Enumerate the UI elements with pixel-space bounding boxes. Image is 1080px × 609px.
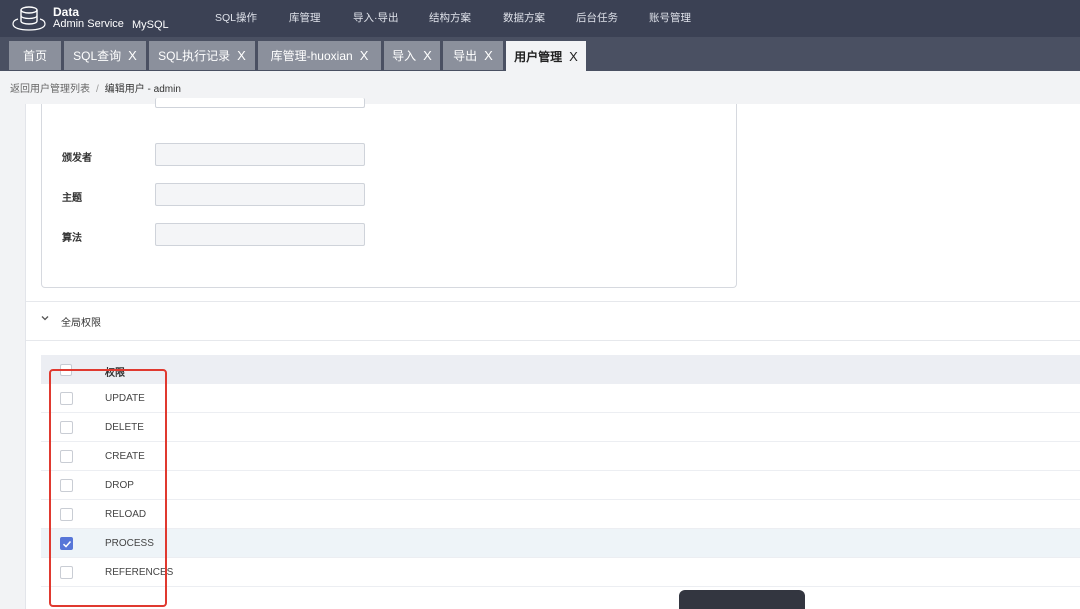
tab-label: 首页 bbox=[22, 49, 47, 63]
tab-home[interactable]: 首页 bbox=[9, 41, 61, 70]
privilege-name: UPDATE bbox=[105, 393, 145, 404]
database-type-label[interactable]: MySQL bbox=[132, 19, 169, 31]
app-subtitle: Admin Service bbox=[53, 18, 124, 30]
close-icon[interactable]: X bbox=[423, 48, 432, 63]
edit-user-panel: 颁发者 主题 算法 全局权限 权限 UPDATE DELETE CREATE D… bbox=[25, 98, 1080, 609]
table-row[interactable]: DROP bbox=[41, 471, 1080, 500]
privilege-name: DELETE bbox=[105, 422, 144, 433]
breadcrumb-current: 编辑用户 - admin bbox=[104, 84, 181, 95]
text-input-above[interactable] bbox=[155, 98, 365, 108]
select-all-checkbox[interactable] bbox=[60, 364, 72, 376]
close-icon[interactable]: X bbox=[569, 49, 578, 64]
privilege-name: PROCESS bbox=[105, 538, 154, 549]
table-row[interactable]: CREATE bbox=[41, 442, 1080, 471]
database-icon bbox=[12, 6, 46, 31]
toast-popup bbox=[679, 590, 805, 609]
table-row[interactable]: UPDATE bbox=[41, 384, 1080, 413]
section-title-global-privileges[interactable]: 全局权限 bbox=[61, 314, 101, 329]
tab-sql-history[interactable]: SQL执行记录 X bbox=[149, 41, 255, 70]
privilege-checkbox[interactable] bbox=[60, 421, 73, 434]
chevron-down-icon[interactable] bbox=[40, 313, 50, 323]
close-icon[interactable]: X bbox=[484, 48, 493, 63]
table-row[interactable]: RELOAD bbox=[41, 500, 1080, 529]
privilege-name: RELOAD bbox=[105, 509, 147, 520]
subject-input[interactable] bbox=[155, 183, 365, 206]
privilege-checkbox[interactable] bbox=[60, 537, 73, 550]
privileges-table-header: 权限 bbox=[41, 355, 1080, 384]
breadcrumb: 返回用户管理列表 / 编辑用户 - admin bbox=[10, 80, 181, 95]
menu-data-plans[interactable]: 数据方案 bbox=[503, 10, 545, 25]
breadcrumb-back-link[interactable]: 返回用户管理列表 bbox=[10, 84, 90, 95]
privilege-name: REFERENCES bbox=[105, 567, 174, 578]
menu-background-tasks[interactable]: 后台任务 bbox=[576, 10, 618, 25]
privilege-checkbox[interactable] bbox=[60, 479, 73, 492]
tab-label: SQL查询 bbox=[73, 49, 122, 63]
menu-sql-operations[interactable]: SQL操作 bbox=[215, 10, 257, 25]
tab-label: 导入 bbox=[392, 49, 417, 63]
tab-user-management[interactable]: 用户管理 X bbox=[506, 41, 586, 71]
divider bbox=[26, 340, 1080, 341]
tab-label: 导出 bbox=[453, 49, 478, 63]
privilege-checkbox[interactable] bbox=[60, 392, 73, 405]
table-row[interactable]: DELETE bbox=[41, 413, 1080, 442]
menu-schema-plans[interactable]: 结构方案 bbox=[429, 10, 471, 25]
menu-database-management[interactable]: 库管理 bbox=[289, 10, 321, 25]
tab-label: 用户管理 bbox=[514, 49, 563, 64]
tab-import[interactable]: 导入 X bbox=[384, 41, 440, 70]
privilege-name: CREATE bbox=[105, 451, 145, 462]
close-icon[interactable]: X bbox=[128, 48, 137, 63]
menu-account-management[interactable]: 账号管理 bbox=[649, 10, 691, 25]
menu-import-export[interactable]: 导入·导出 bbox=[353, 10, 399, 25]
algorithm-input[interactable] bbox=[155, 223, 365, 246]
table-row[interactable]: PROCESS bbox=[41, 529, 1080, 558]
privilege-checkbox[interactable] bbox=[60, 508, 73, 521]
top-navigation: Data Admin Service MySQL SQL操作 库管理 导入·导出… bbox=[0, 0, 1080, 37]
close-icon[interactable]: X bbox=[360, 48, 369, 63]
tab-bar: 首页 SQL查询 X SQL执行记录 X 库管理-huoxian X 导入 X … bbox=[0, 37, 1080, 71]
divider bbox=[26, 301, 1080, 302]
field-label-subject: 主题 bbox=[62, 193, 82, 204]
tab-label: SQL执行记录 bbox=[158, 49, 231, 63]
privilege-name: DROP bbox=[105, 480, 134, 491]
privilege-checkbox[interactable] bbox=[60, 450, 73, 463]
field-label-issuer: 颁发者 bbox=[62, 153, 92, 164]
column-header-privilege: 权限 bbox=[105, 368, 125, 379]
close-icon[interactable]: X bbox=[237, 48, 246, 63]
issuer-input[interactable] bbox=[155, 143, 365, 166]
checkmark-icon bbox=[62, 540, 72, 548]
breadcrumb-separator: / bbox=[96, 84, 99, 95]
certificate-settings-box: 颁发者 主题 算法 bbox=[41, 98, 737, 288]
tab-label: 库管理-huoxian bbox=[270, 49, 353, 63]
tab-export[interactable]: 导出 X bbox=[443, 41, 503, 70]
field-label-algorithm: 算法 bbox=[62, 233, 82, 244]
app-title: Data bbox=[53, 5, 80, 19]
privilege-checkbox[interactable] bbox=[60, 566, 73, 579]
tab-sql-query[interactable]: SQL查询 X bbox=[64, 41, 146, 70]
tab-db-management-huoxian[interactable]: 库管理-huoxian X bbox=[258, 41, 381, 70]
table-row[interactable]: REFERENCES bbox=[41, 558, 1080, 587]
